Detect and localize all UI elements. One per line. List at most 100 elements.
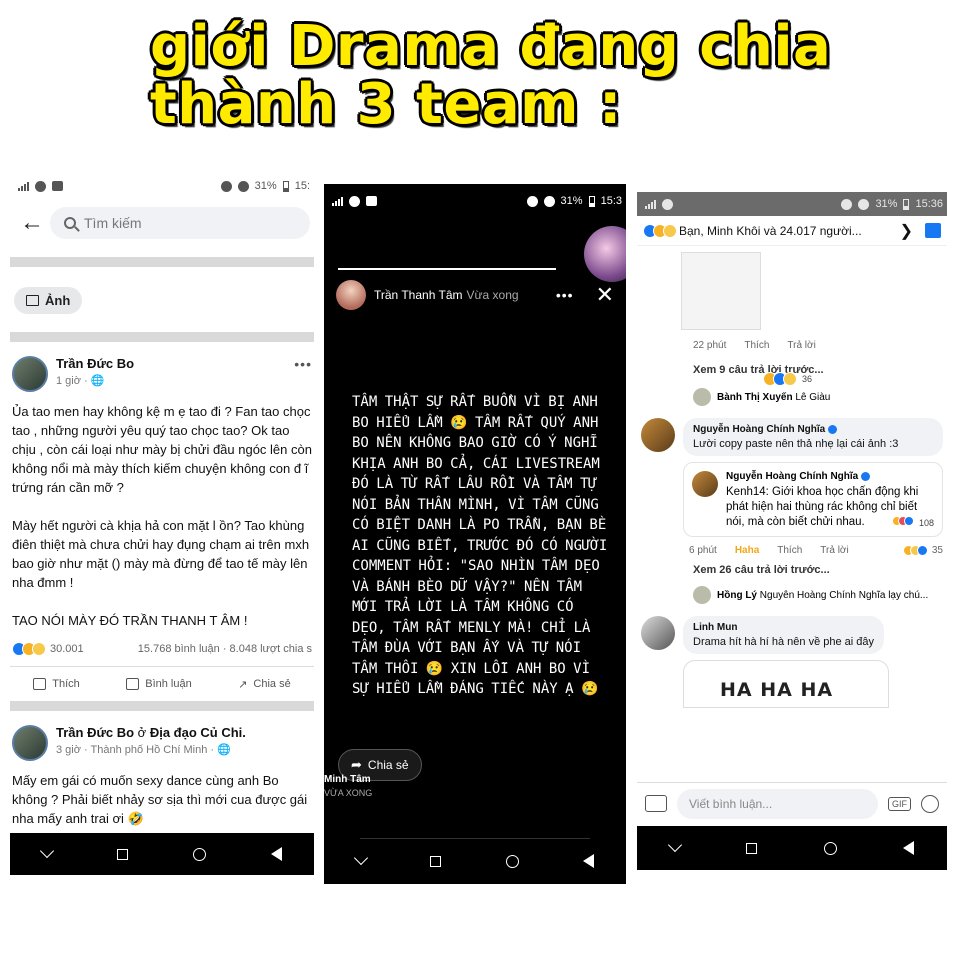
reactions-count: 30.001 (50, 643, 84, 655)
avatar[interactable] (12, 356, 48, 392)
story-author[interactable]: Trần Thanh Tâm (374, 288, 463, 302)
gif-icon[interactable]: GIF (888, 796, 911, 811)
reply-link[interactable]: Trả lời (787, 340, 815, 351)
recents-icon[interactable] (430, 855, 442, 867)
reply-preview[interactable]: Hồng Lý Nguyễn Hoàng Chính Nghĩa lạy chú… (637, 586, 947, 616)
phone-facebook-profile: 31% 15: ← Tìm kiếm Ảnh Trần Đức Bo 1 giờ… (10, 175, 314, 875)
reply-preview[interactable]: Bành Thị Xuyến Lê Giàu (637, 388, 947, 418)
battery-icon (588, 195, 595, 207)
avatar[interactable] (12, 725, 48, 761)
close-icon[interactable]: ✕ (596, 284, 614, 306)
comment-input[interactable]: Viết bình luận... (677, 788, 878, 819)
back-icon[interactable] (582, 854, 594, 868)
comment-image[interactable] (681, 252, 761, 330)
like-link[interactable]: Thích (777, 545, 802, 556)
avatar (693, 586, 711, 604)
messenger-icon (35, 180, 46, 192)
photos-chip-label: Ảnh (45, 293, 71, 308)
back-icon[interactable] (902, 841, 914, 855)
comment-time: 6 phút (689, 545, 717, 556)
avatar[interactable] (336, 280, 366, 310)
like-icon[interactable] (925, 223, 941, 238)
shared-post-card[interactable]: Nguyễn Hoàng Chính Nghĩa Kenh14: Giới kh… (683, 462, 943, 537)
clock: 15: (294, 180, 310, 192)
android-nav-bar (10, 833, 314, 875)
reaction-summary[interactable]: 30.001 15.768 bình luận · 8.048 lượt chi… (10, 636, 314, 667)
emoji-icon[interactable] (921, 794, 939, 813)
post-place[interactable]: Địa đạo Củ Chi. (150, 725, 246, 740)
android-nav-bar (324, 838, 626, 884)
back-icon[interactable] (270, 847, 282, 861)
share-button[interactable]: ↗ Chia sẻ (238, 678, 291, 691)
comment-bubble[interactable]: Linh Mun Drama hít hà hí hà nên về phe a… (683, 616, 885, 654)
comment: Linh Mun Drama hít hà hí hà nên về phe a… (637, 616, 947, 708)
battery-percent: 31% (560, 195, 583, 207)
recents-icon[interactable] (746, 842, 758, 854)
haha-link[interactable]: Haha (735, 545, 759, 556)
search-placeholder: Tìm kiếm (84, 215, 142, 231)
shared-author: Nguyễn Hoàng Chính Nghĩa (726, 471, 859, 482)
more-options-icon[interactable]: ••• (294, 356, 312, 392)
photos-chip[interactable]: Ảnh (14, 287, 83, 314)
comment-button[interactable]: Bình luận (126, 678, 192, 690)
at-label: ở (137, 725, 147, 740)
messenger-icon (662, 198, 673, 210)
story-footer-time: VỪA XONG (324, 788, 373, 798)
image-comment: 36 22 phút Thích Trả lời (637, 252, 947, 386)
like-link[interactable]: Thích (744, 340, 769, 351)
image-comment-reactions[interactable]: 36 (763, 372, 812, 386)
collapse-icon[interactable] (40, 843, 55, 859)
battery-percent: 31% (254, 180, 277, 192)
signal-icon (645, 199, 656, 209)
home-icon[interactable] (505, 854, 519, 868)
collapse-icon[interactable] (354, 850, 369, 866)
comment-bubble[interactable]: Nguyễn Hoàng Chính Nghĩa Lười copy paste… (683, 418, 943, 456)
reaction-icons (12, 642, 46, 656)
more-options-icon[interactable]: ••• (556, 287, 574, 303)
reactions-count: 36 (802, 374, 813, 384)
dnd-icon (858, 198, 870, 210)
gallery-icon (52, 181, 63, 191)
like-button[interactable]: Thích (33, 678, 80, 690)
signal-icon (332, 196, 343, 206)
status-bar: 31% 15: (10, 175, 314, 197)
home-icon[interactable] (192, 847, 206, 861)
comment-reactions[interactable]: 35 (902, 545, 943, 556)
recents-icon[interactable] (117, 848, 129, 860)
battery-icon (282, 180, 289, 192)
comment-text: Lười copy paste nên thả nhẹ lại cái ảnh … (693, 438, 899, 450)
collapse-icon[interactable] (668, 837, 683, 853)
post-author[interactable]: Trần Đức Bo (56, 725, 134, 740)
post-1: Trần Đức Bo 1 giờ · 🌐 ••• Ủa tao men hay… (10, 346, 314, 701)
page: giới Drama đang chia thành 3 team : 31% … (0, 0, 960, 960)
reactions-count: 35 (931, 545, 943, 556)
photo-icon (26, 295, 39, 306)
post-time: 1 giờ · (56, 375, 88, 387)
reactions-header[interactable]: Bạn, Minh Khôi và 24.017 người... ❯ (637, 216, 947, 246)
comment-text: Drama hít hà hí hà nên về phe ai đây (693, 636, 875, 648)
reactions-count: 108 (918, 518, 934, 528)
share-label: Chia sẻ (367, 758, 409, 772)
camera-icon[interactable] (645, 795, 667, 812)
headphones-icon (220, 180, 232, 192)
post-meta: 3 giờ · Thành phố Hồ Chí Minh · (56, 744, 215, 756)
comment-image[interactable]: HA HA HA (683, 660, 889, 708)
story-header: Trần Thanh Tâm Vừa xong ••• ✕ (324, 270, 626, 320)
dnd-icon (543, 195, 555, 207)
comment-icon (126, 678, 140, 690)
search-input[interactable]: Tìm kiếm (50, 207, 310, 239)
view-more-replies[interactable]: Xem 26 câu trả lời trước... (637, 556, 947, 586)
avatar[interactable] (641, 418, 675, 452)
verified-icon (861, 471, 871, 481)
reply-link[interactable]: Trả lời (820, 545, 848, 556)
story-text: TÂM THẬT SỰ RẤT BUỒN VÌ BỊ ANH BO HIỂU L… (352, 394, 608, 697)
reply-text: Nguyễn Hoàng Chính Nghĩa lạy chú... (759, 589, 929, 601)
story-footer-name: Minh Tâm (324, 774, 371, 785)
divider (10, 332, 314, 342)
home-icon[interactable] (823, 841, 837, 855)
post-author[interactable]: Trần Đức Bo (56, 356, 286, 371)
search-icon (64, 217, 76, 229)
avatar[interactable] (641, 616, 675, 650)
chevron-right-icon[interactable]: ❯ (900, 221, 913, 241)
back-arrow-icon[interactable]: ← (14, 209, 50, 237)
